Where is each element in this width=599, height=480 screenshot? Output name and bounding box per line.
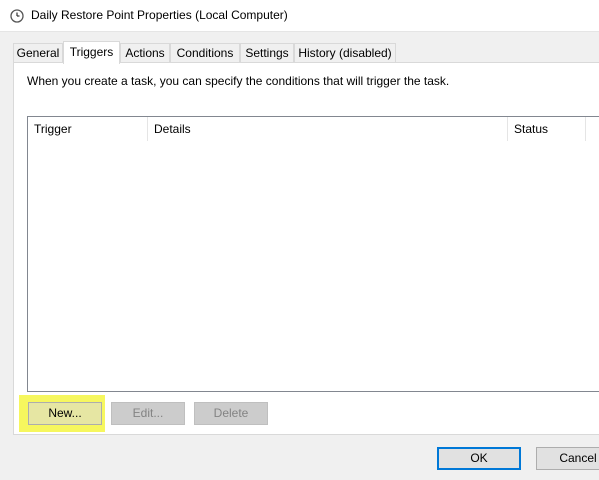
list-header: Trigger Details Status [28, 117, 599, 141]
ok-button[interactable]: OK [437, 447, 521, 470]
triggers-description: When you create a task, you can specify … [27, 74, 450, 88]
new-trigger-button[interactable]: New... [28, 402, 102, 425]
triggers-panel: When you create a task, you can specify … [13, 62, 599, 435]
column-header-trigger[interactable]: Trigger [28, 117, 148, 141]
tab-settings[interactable]: Settings [240, 43, 294, 62]
title-bar: Daily Restore Point Properties (Local Co… [0, 0, 599, 32]
tab-history[interactable]: History (disabled) [294, 43, 396, 62]
triggers-list[interactable]: Trigger Details Status [27, 116, 599, 392]
column-header-details[interactable]: Details [148, 117, 508, 141]
clock-icon [10, 9, 24, 23]
tab-triggers[interactable]: Triggers [63, 41, 120, 64]
tab-general[interactable]: General [13, 43, 63, 62]
tab-actions[interactable]: Actions [120, 43, 170, 62]
window-title: Daily Restore Point Properties (Local Co… [31, 8, 288, 22]
tab-conditions[interactable]: Conditions [170, 43, 240, 62]
cancel-button[interactable]: Cancel [536, 447, 599, 470]
edit-trigger-button[interactable]: Edit... [111, 402, 185, 425]
column-header-status[interactable]: Status [508, 117, 586, 141]
delete-trigger-button[interactable]: Delete [194, 402, 268, 425]
